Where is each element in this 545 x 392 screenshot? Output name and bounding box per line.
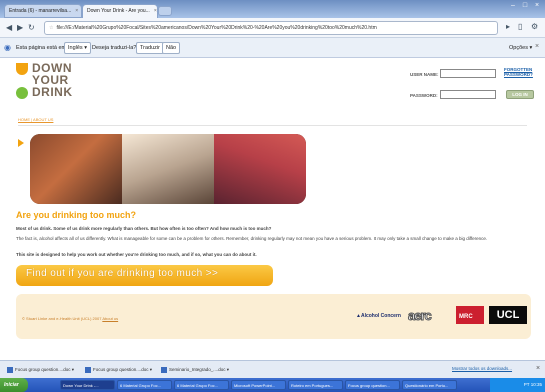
translate-question: Deseja traduzi-la? bbox=[92, 45, 137, 51]
download-item[interactable]: Focus group question....doc ▾ bbox=[4, 365, 77, 376]
wrench-icon[interactable]: ⚙ bbox=[531, 22, 538, 31]
taskbar-item[interactable]: 6 Material Grupo Foc... bbox=[117, 380, 172, 390]
username-input[interactable] bbox=[440, 69, 496, 78]
tab-label: Down Your Drink - Are you... bbox=[87, 8, 150, 14]
browser-tab-bar: Entrada (6) - manarrevilsa... × Down Your… bbox=[0, 0, 545, 18]
login-button[interactable]: LOG IN bbox=[506, 90, 534, 99]
page-viewport: DOWN YOUR DRINK USER NAME: FORGOTTEN PAS… bbox=[0, 58, 545, 360]
download-item[interactable]: Focus group question....doc ▾ bbox=[82, 365, 155, 376]
forgotten-password-link[interactable]: FORGOTTEN PASSWORD? bbox=[504, 67, 536, 77]
username-label: USER NAME: bbox=[410, 72, 439, 77]
close-icon[interactable]: × bbox=[154, 8, 157, 14]
login-form: USER NAME: FORGOTTEN PASSWORD? PASSWORD:… bbox=[410, 66, 540, 106]
forward-icon[interactable]: ▶ bbox=[17, 23, 23, 32]
banner-image bbox=[30, 134, 306, 204]
word-doc-icon bbox=[161, 367, 167, 373]
tab-label: Entrada (6) - manarrevilsa... bbox=[9, 8, 72, 14]
downloads-bar: Focus group question....doc ▾ Focus grou… bbox=[0, 360, 545, 378]
new-tab-button[interactable] bbox=[158, 6, 172, 16]
download-item[interactable]: Seminario_Integrado_....doc ▾ bbox=[158, 365, 232, 376]
banner-photo-1 bbox=[30, 134, 122, 204]
glass-base-icon bbox=[16, 87, 28, 99]
language-select[interactable]: Inglês ▾ bbox=[64, 42, 91, 54]
password-label: PASSWORD: bbox=[410, 93, 438, 98]
logo-line3: DRINK bbox=[32, 85, 73, 99]
site-footer: © Stuart Linke and e-Health Unit (UCL) 2… bbox=[16, 294, 531, 339]
find-out-button[interactable]: Find out if you are drinking too much >> bbox=[16, 265, 273, 286]
close-infobar-icon[interactable]: × bbox=[535, 43, 539, 50]
maximize-icon[interactable]: □ bbox=[520, 2, 530, 10]
download-label: Seminario_Integrado_....doc bbox=[169, 367, 226, 373]
translate-infobar: ◉ Esta página está em Inglês ▾ Deseja tr… bbox=[0, 38, 545, 58]
download-label: Focus group question....doc bbox=[15, 367, 71, 373]
divider bbox=[18, 125, 527, 126]
password-input[interactable] bbox=[440, 90, 496, 99]
page-menu-icon[interactable]: ▸ bbox=[506, 22, 510, 31]
star-icon[interactable]: ☆ bbox=[49, 25, 53, 31]
language-value: Inglês bbox=[68, 45, 83, 51]
about-us-link[interactable]: About us bbox=[102, 316, 118, 321]
minimize-icon[interactable]: – bbox=[508, 2, 518, 10]
page-heading: Are you drinking too much? bbox=[16, 210, 137, 220]
banner-photo-3 bbox=[214, 134, 306, 204]
taskbar-item[interactable]: Down Your Drink -... bbox=[60, 380, 115, 390]
copyright-text: © Stuart Linke and e-Health Unit (UCL) 2… bbox=[22, 316, 102, 321]
close-window-icon[interactable]: × bbox=[532, 2, 542, 10]
top-nav-links[interactable]: HOME | ABOUT US bbox=[18, 117, 53, 122]
aerc-logo[interactable]: aerc bbox=[408, 308, 446, 324]
download-label: Focus group question....doc bbox=[93, 367, 149, 373]
mrc-logo[interactable]: MRC bbox=[456, 306, 484, 324]
body-paragraph: The fact is, alcohol affects all of us d… bbox=[16, 236, 488, 241]
address-bar[interactable]: ☆ file:///E:/Material%20Grupo%20Focal/Sit… bbox=[44, 21, 498, 35]
taskbar-item[interactable]: Roteiro em Portugues... bbox=[288, 380, 343, 390]
glass-icon bbox=[16, 63, 28, 75]
back-icon[interactable]: ◀ bbox=[6, 23, 12, 32]
ucl-logo[interactable]: UCL bbox=[489, 306, 527, 324]
taskbar-item[interactable]: 6 Material Grupo Foc... bbox=[174, 380, 229, 390]
options-menu[interactable]: Opções ▾ bbox=[509, 45, 532, 51]
windows-taskbar: Iniciar Down Your Drink -... 6 Material … bbox=[0, 378, 545, 392]
taskbar-item[interactable]: Microsoft PowerPoint... bbox=[231, 380, 286, 390]
close-icon[interactable]: × bbox=[75, 8, 78, 14]
no-translate-button[interactable]: Não bbox=[162, 42, 181, 54]
intro-paragraph: Most of us drink. Some of us drink more … bbox=[16, 226, 272, 231]
language-indicator[interactable]: PT bbox=[524, 382, 530, 387]
reload-icon[interactable]: ↻ bbox=[28, 23, 35, 32]
clock[interactable]: 10:35 bbox=[531, 382, 542, 387]
word-doc-icon bbox=[85, 367, 91, 373]
taskbar-item[interactable]: Focus group question... bbox=[345, 380, 400, 390]
translate-button[interactable]: Traduzir bbox=[136, 42, 164, 54]
address-toolbar: ◀ ▶ ↻ ☆ file:///E:/Material%20Grupo%20Foc… bbox=[0, 18, 545, 38]
alcohol-concern-logo[interactable]: ▲Alcohol Concern bbox=[356, 313, 401, 319]
system-tray: PT 10:35 bbox=[490, 378, 545, 392]
site-logo[interactable]: DOWN YOUR DRINK bbox=[16, 61, 86, 105]
close-downloads-icon[interactable]: × bbox=[536, 365, 540, 372]
page-icon[interactable]: ▯ bbox=[518, 22, 522, 31]
banner-photo-2 bbox=[122, 134, 214, 204]
footer-text: © Stuart Linke and e-Health Unit (UCL) 2… bbox=[22, 316, 118, 321]
tab-gmail[interactable]: Entrada (6) - manarrevilsa... × bbox=[4, 4, 82, 18]
translate-prefix: Esta página está em bbox=[16, 45, 67, 51]
arrow-icon bbox=[18, 139, 24, 147]
taskbar-item[interactable]: Questionário em Portu... bbox=[402, 380, 457, 390]
start-button[interactable]: Iniciar bbox=[0, 378, 28, 392]
show-all-downloads-link[interactable]: Mostrar todos os downloads... bbox=[452, 366, 512, 371]
url-text: file:///E:/Material%20Grupo%20Focal/Site… bbox=[56, 25, 377, 31]
word-doc-icon bbox=[7, 367, 13, 373]
tab-down-your-drink[interactable]: Down Your Drink - Are you... × bbox=[82, 4, 158, 18]
purpose-paragraph: This site is designed to help you work o… bbox=[16, 252, 257, 257]
logo-text: Alcohol Concern bbox=[360, 313, 401, 319]
translate-icon: ◉ bbox=[4, 43, 11, 52]
options-label: Opções bbox=[509, 45, 528, 51]
